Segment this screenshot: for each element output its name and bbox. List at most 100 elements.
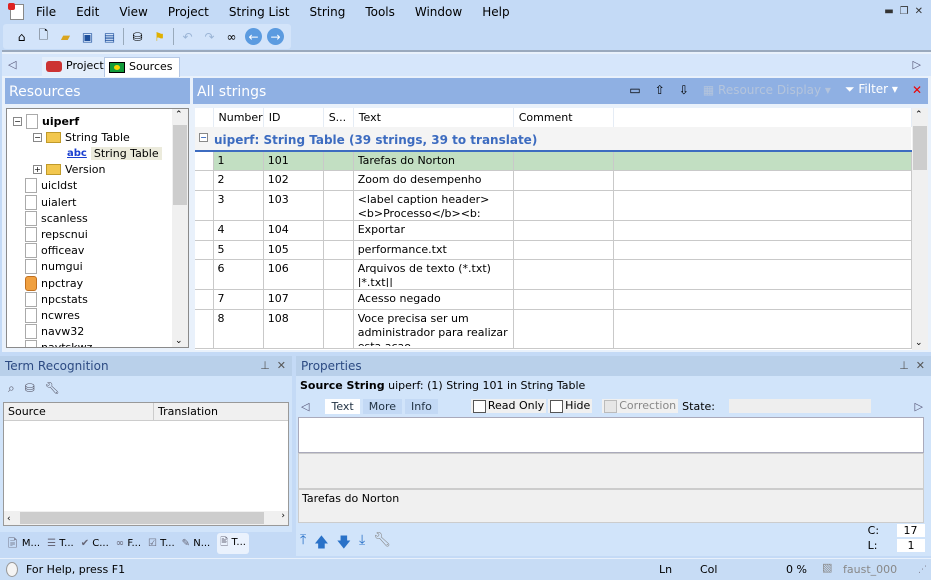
row-header-cell[interactable]	[195, 240, 214, 260]
tree-node[interactable]: repscnui	[25, 226, 88, 242]
bottom-tab[interactable]: ✎ N...	[182, 538, 211, 549]
save-all-icon[interactable]: ▤	[101, 28, 118, 45]
row-header-cell[interactable]	[195, 220, 214, 241]
comment-box[interactable]	[298, 453, 924, 489]
menu-string-list[interactable]: String List	[219, 5, 300, 19]
state-field[interactable]	[729, 399, 871, 413]
scroll-right-icon[interactable]: ›	[281, 511, 285, 521]
source-text-box[interactable]: Tarefas do Norton	[298, 489, 924, 523]
close-icon[interactable]: ✕	[915, 6, 923, 17]
correction-checkbox[interactable]: Correction	[602, 399, 679, 413]
table-row[interactable]: 7 107 Acesso negado	[195, 289, 912, 310]
bottom-tab[interactable]: ☑ T...	[148, 538, 175, 549]
tree-node[interactable]: abc String Table	[67, 145, 162, 161]
scroll-down-icon[interactable]: ⌄	[915, 338, 923, 348]
tree-node[interactable]: uicldst	[25, 178, 77, 194]
scroll-up-icon[interactable]: ⌃	[915, 110, 923, 120]
next-icon[interactable]: 🡇	[337, 532, 351, 556]
table-row[interactable]: 1 101 Tarefas do Norton	[195, 150, 912, 171]
bottom-tab[interactable]: 🖹 T...	[217, 532, 249, 554]
previous-icon[interactable]: 🡅	[314, 532, 328, 556]
scroll-thumb[interactable]	[173, 125, 187, 205]
clear-filter-icon[interactable]: ✕	[912, 83, 922, 97]
bottom-tab[interactable]: ☰ T...	[47, 538, 74, 549]
translation-text-box[interactable]	[298, 417, 924, 453]
col-text[interactable]: Text	[353, 108, 514, 127]
menu-view[interactable]: View	[109, 5, 157, 19]
tree-node[interactable]: scanless	[25, 210, 88, 226]
wrench-icon[interactable]: 🔧︎	[373, 532, 391, 556]
menu-file[interactable]: File	[26, 5, 66, 19]
hide-checkbox[interactable]: Hide	[548, 399, 593, 413]
col-id[interactable]: ID	[263, 108, 324, 127]
collapse-icon[interactable]: −	[13, 116, 22, 126]
table-row[interactable]: 4 104 Exportar	[195, 220, 912, 241]
scroll-down-icon[interactable]: ⌄	[175, 336, 183, 346]
scroll-thumb[interactable]	[913, 126, 927, 170]
tab-more[interactable]: More	[362, 398, 402, 414]
pin-icon[interactable]: ⊥	[260, 359, 270, 372]
undo-icon[interactable]: ↶	[179, 28, 196, 45]
tree-scrollbar[interactable]: ⌃ ⌄	[172, 109, 188, 347]
first-icon[interactable]: ⤒	[300, 532, 306, 556]
table-row[interactable]: 3 103 <label caption header><b>Processo<…	[195, 190, 912, 221]
resource-display-button[interactable]: ▦ Resource Display ▾	[703, 83, 831, 97]
pin-icon[interactable]: ⊥	[899, 359, 909, 372]
col-number[interactable]: Number	[213, 108, 264, 127]
close-icon[interactable]: ✕	[916, 359, 925, 372]
scroll-left-icon[interactable]: ◁	[296, 400, 325, 413]
scroll-right-icon[interactable]: ▷	[915, 400, 931, 413]
menu-help[interactable]: Help	[472, 5, 519, 19]
row-header-cell[interactable]	[195, 190, 214, 221]
back-icon[interactable]: ←	[245, 28, 262, 45]
scroll-up-icon[interactable]: ⌃	[175, 110, 183, 120]
binoculars-icon[interactable]: ∞	[223, 28, 240, 45]
move-up-icon[interactable]: ⇧	[655, 83, 665, 97]
col-translation[interactable]: Translation	[154, 403, 222, 420]
table-row[interactable]: 6 106 Arquivos de texto (*.txt) |*.txt||	[195, 259, 912, 290]
col-comment[interactable]: Comment	[513, 108, 614, 127]
close-icon[interactable]: ✕	[277, 359, 286, 372]
open-folder-icon[interactable]: ▰	[57, 28, 74, 45]
minimize-icon[interactable]: ▬	[884, 6, 893, 17]
new-icon[interactable]: 🗋	[35, 28, 52, 45]
bottom-tab[interactable]: 📄︎ M...	[6, 538, 40, 549]
menu-window[interactable]: Window	[405, 5, 472, 19]
tab-sources[interactable]: Sources	[104, 57, 180, 77]
scroll-thumb[interactable]	[20, 512, 264, 524]
filter-button[interactable]: ⏷ Filter ▾	[845, 82, 898, 97]
tab-scroll-left-icon[interactable]: ◁	[8, 58, 16, 71]
row-header-cell[interactable]	[195, 259, 214, 290]
bottom-tab[interactable]: ✔ C...	[81, 538, 109, 549]
term-hscrollbar[interactable]: ‹ ›	[4, 511, 288, 525]
tree-node[interactable]: npctray	[25, 275, 83, 291]
resize-grip-icon[interactable]: ⋰	[918, 565, 927, 575]
tab-text[interactable]: Text	[325, 398, 360, 414]
table-row[interactable]: 8 108 Voce precisa ser um administrador …	[195, 309, 912, 349]
wrench-icon[interactable]: 🔧︎	[45, 381, 60, 396]
grid-scrollbar[interactable]: ⌃ ⌄	[912, 108, 928, 350]
search-icon[interactable]: ⌕	[8, 381, 15, 396]
tab-project[interactable]: Project	[42, 57, 110, 77]
flag-icon[interactable]: ⚑	[151, 28, 168, 45]
scroll-left-icon[interactable]: ‹	[4, 514, 11, 524]
group-row[interactable]: − uiperf: String Table (39 strings, 39 to…	[195, 127, 912, 152]
tree-node[interactable]: uialert	[25, 194, 76, 210]
collapse-icon[interactable]: −	[33, 132, 42, 142]
collapse-icon[interactable]: −	[199, 133, 208, 142]
tree-node[interactable]: + Version	[33, 162, 105, 178]
tree-node[interactable]: numgui	[25, 259, 83, 275]
row-header-cell[interactable]	[195, 309, 214, 349]
save-icon[interactable]: ▣	[79, 28, 96, 45]
menu-string[interactable]: String	[300, 5, 356, 19]
database-icon[interactable]: ⛁	[129, 28, 146, 45]
menu-tools[interactable]: Tools	[355, 5, 405, 19]
bottom-tab[interactable]: ∞ F...	[116, 538, 141, 549]
last-icon[interactable]: ⤓	[359, 532, 365, 556]
row-header-cell[interactable]	[195, 150, 214, 171]
database-icon[interactable]: ⛁	[25, 381, 35, 396]
home-icon[interactable]: ⌂	[13, 28, 30, 45]
redo-icon[interactable]: ↷	[201, 28, 218, 45]
row-header-cell[interactable]	[195, 289, 214, 310]
table-row[interactable]: 2 102 Zoom do desempenho	[195, 170, 912, 191]
